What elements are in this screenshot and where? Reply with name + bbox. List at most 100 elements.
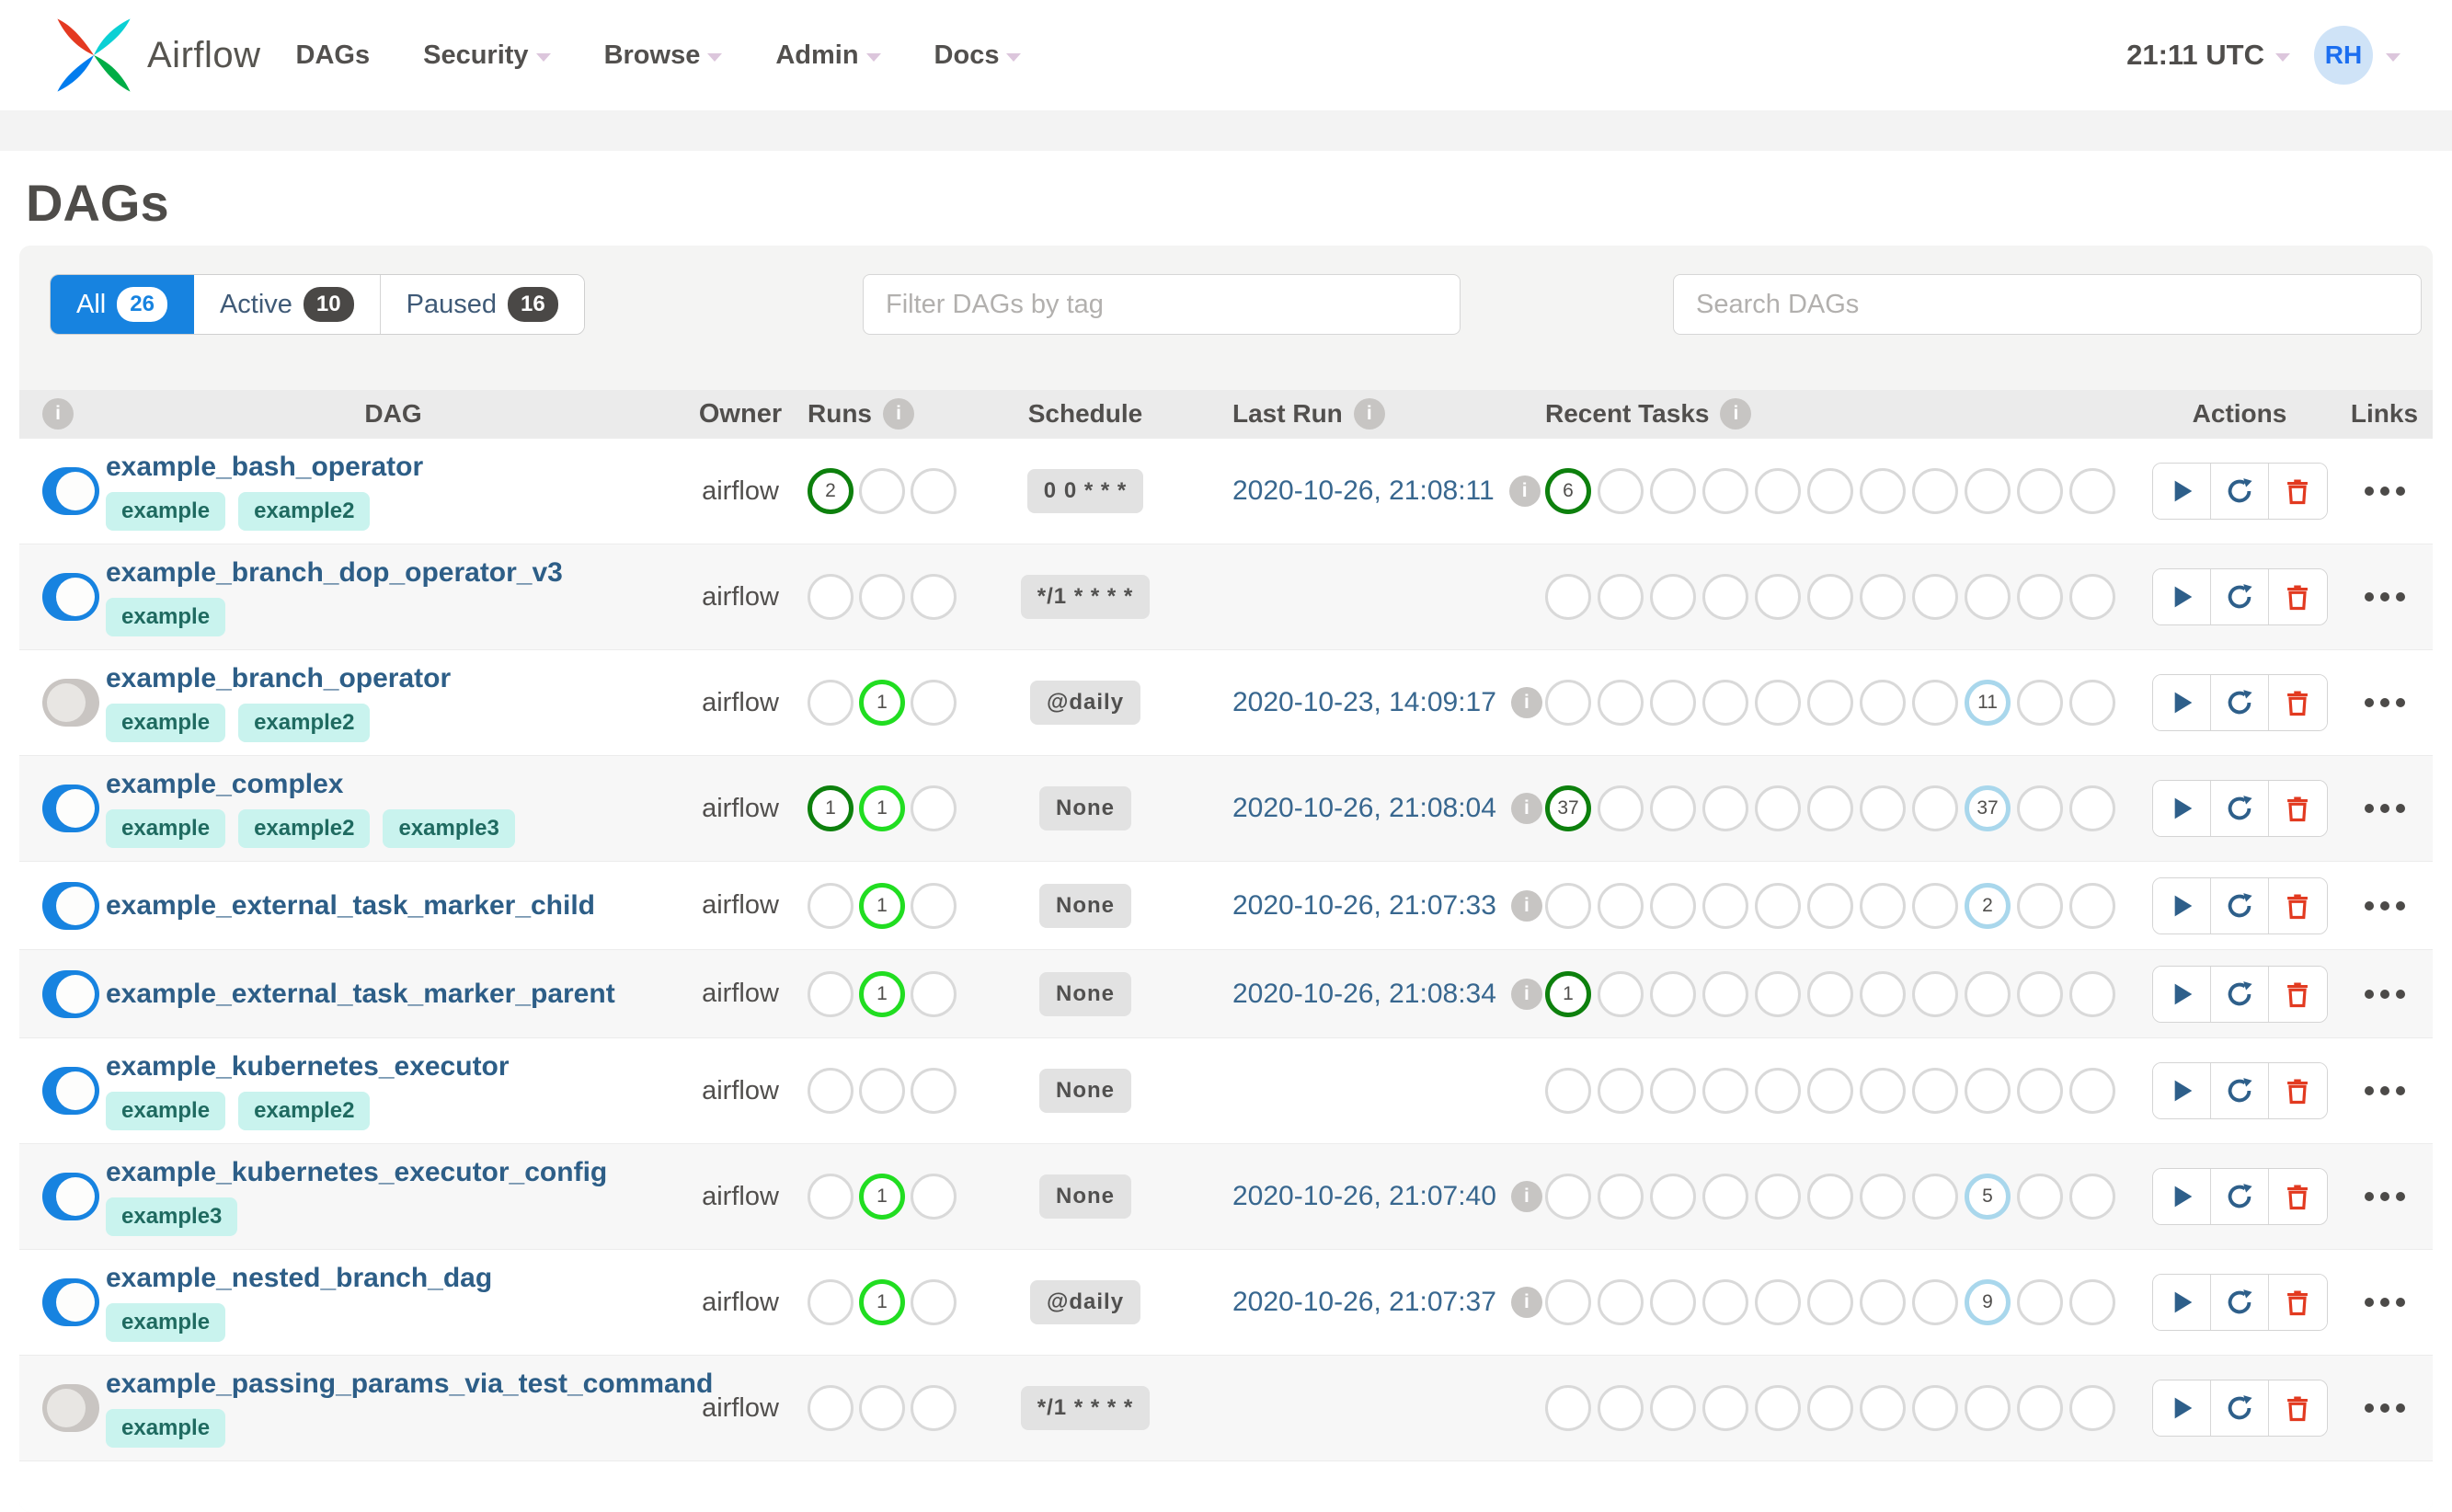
recent-task-circle-empty[interactable] — [1702, 680, 1748, 726]
recent-task-circle-empty[interactable] — [1598, 1385, 1644, 1431]
run-status-circle-empty[interactable] — [808, 1385, 854, 1431]
trigger-dag-button[interactable] — [2152, 781, 2211, 836]
recent-task-circle-empty[interactable] — [1755, 882, 1801, 929]
last-run-link[interactable]: 2020-10-26, 21:07:37 — [1232, 1287, 1496, 1318]
dag-tag[interactable]: example3 — [106, 1197, 238, 1236]
recent-task-circle-empty[interactable] — [1598, 1279, 1644, 1325]
recent-task-circle-empty[interactable] — [1807, 882, 1853, 929]
recent-task-circle-empty[interactable] — [2069, 1385, 2115, 1431]
dag-pause-toggle[interactable] — [42, 881, 99, 930]
recent-task-circle-empty[interactable] — [1650, 882, 1696, 929]
run-status-circle-empty[interactable] — [808, 680, 854, 726]
dag-link[interactable]: example_bash_operator — [106, 452, 423, 483]
recent-task-circle-empty[interactable] — [1598, 574, 1644, 620]
recent-task-circle-empty[interactable] — [2017, 1068, 2063, 1114]
recent-task-circle-empty[interactable] — [2069, 785, 2115, 831]
last-run-link[interactable]: 2020-10-26, 21:08:11 — [1232, 475, 1495, 507]
recent-task-circle-empty[interactable] — [2017, 1385, 2063, 1431]
recent-task-circle-empty[interactable] — [1912, 785, 1958, 831]
dag-pause-toggle[interactable] — [42, 969, 99, 1018]
nav-item-admin[interactable]: Admin — [775, 40, 881, 71]
links-more-button[interactable] — [2355, 689, 2414, 716]
recent-task-circle-empty[interactable] — [2069, 1174, 2115, 1220]
recent-task-circle-empty[interactable] — [1965, 1068, 2011, 1114]
recent-task-circle-none[interactable]: 2 — [1965, 882, 2011, 929]
recent-task-circle-empty[interactable] — [1807, 574, 1853, 620]
run-status-circle-empty[interactable] — [808, 1279, 854, 1325]
trigger-dag-button[interactable] — [2152, 675, 2211, 730]
run-status-circle-running[interactable]: 1 — [859, 1279, 905, 1325]
recent-task-circle-empty[interactable] — [1965, 1385, 2011, 1431]
recent-task-circle-empty[interactable] — [1650, 574, 1696, 620]
recent-task-circle-empty[interactable] — [1860, 680, 1906, 726]
recent-task-circle-empty[interactable] — [1912, 468, 1958, 514]
links-more-button[interactable] — [2355, 477, 2414, 505]
run-status-circle-success[interactable]: 1 — [808, 785, 854, 831]
recent-task-circle-empty[interactable] — [1912, 1174, 1958, 1220]
recent-task-circle-empty[interactable] — [1860, 574, 1906, 620]
trigger-dag-button[interactable] — [2152, 1169, 2211, 1224]
recent-task-circle-empty[interactable] — [1755, 1068, 1801, 1114]
dag-pause-toggle[interactable] — [42, 1384, 99, 1432]
links-more-button[interactable] — [2355, 1289, 2414, 1316]
recent-task-circle-empty[interactable] — [1702, 468, 1748, 514]
refresh-dag-button[interactable] — [2210, 781, 2269, 836]
recent-task-circle-empty[interactable] — [1860, 1068, 1906, 1114]
recent-task-circle-empty[interactable] — [1650, 1385, 1696, 1431]
recent-task-circle-empty[interactable] — [1598, 785, 1644, 831]
run-status-circle-empty[interactable] — [808, 970, 854, 1017]
dag-tag[interactable]: example2 — [238, 492, 371, 531]
delete-dag-button[interactable] — [2268, 675, 2327, 730]
run-status-circle-running[interactable]: 1 — [859, 680, 905, 726]
run-status-circle-empty[interactable] — [911, 882, 957, 929]
recent-task-circle-empty[interactable] — [1965, 574, 2011, 620]
delete-dag-button[interactable] — [2268, 1063, 2327, 1118]
run-status-circle-empty[interactable] — [808, 882, 854, 929]
run-status-circle-empty[interactable] — [911, 1385, 957, 1431]
recent-task-circle-empty[interactable] — [1807, 970, 1853, 1017]
trigger-dag-button[interactable] — [2152, 569, 2211, 624]
tab-active[interactable]: Active 10 — [193, 275, 381, 334]
nav-item-docs[interactable]: Docs — [934, 40, 1022, 71]
run-status-circle-running[interactable]: 1 — [859, 970, 905, 1017]
recent-task-circle-empty[interactable] — [1650, 468, 1696, 514]
dag-pause-toggle[interactable] — [42, 785, 99, 832]
recent-task-circle-empty[interactable] — [1912, 1068, 1958, 1114]
run-status-circle-empty[interactable] — [911, 1279, 957, 1325]
refresh-dag-button[interactable] — [2210, 1063, 2269, 1118]
last-run-link[interactable]: 2020-10-26, 21:08:34 — [1232, 979, 1496, 1010]
recent-task-circle-empty[interactable] — [1545, 1279, 1591, 1325]
delete-dag-button[interactable] — [2268, 877, 2327, 934]
recent-task-circle-success[interactable]: 37 — [1545, 785, 1591, 831]
delete-dag-button[interactable] — [2268, 464, 2327, 519]
clock-dropdown[interactable]: 21:11 UTC — [2126, 39, 2290, 72]
recent-task-circle-empty[interactable] — [2017, 970, 2063, 1017]
links-more-button[interactable] — [2355, 1394, 2414, 1422]
dag-pause-toggle[interactable] — [42, 1173, 99, 1220]
refresh-dag-button[interactable] — [2210, 877, 2269, 934]
dag-link[interactable]: example_external_task_marker_parent — [106, 979, 615, 1010]
dag-link[interactable]: example_kubernetes_executor_config — [106, 1157, 607, 1188]
recent-task-circle-empty[interactable] — [2069, 1068, 2115, 1114]
dag-link[interactable]: example_branch_dop_operator_v3 — [106, 557, 563, 589]
dag-link[interactable]: example_complex — [106, 769, 343, 800]
recent-task-circle-empty[interactable] — [1598, 882, 1644, 929]
recent-task-circle-empty[interactable] — [1807, 1174, 1853, 1220]
nav-item-browse[interactable]: Browse — [604, 40, 723, 71]
delete-dag-button[interactable] — [2268, 569, 2327, 624]
run-status-circle-empty[interactable] — [808, 1174, 854, 1220]
recent-task-circle-empty[interactable] — [1598, 468, 1644, 514]
recent-task-circle-empty[interactable] — [1807, 785, 1853, 831]
refresh-dag-button[interactable] — [2210, 966, 2269, 1022]
recent-task-circle-empty[interactable] — [1598, 970, 1644, 1017]
recent-task-circle-empty[interactable] — [1702, 785, 1748, 831]
recent-task-circle-success[interactable]: 6 — [1545, 468, 1591, 514]
dag-pause-toggle[interactable] — [42, 573, 99, 621]
recent-task-circle-empty[interactable] — [1860, 882, 1906, 929]
recent-task-circle-empty[interactable] — [1965, 970, 2011, 1017]
recent-task-circle-empty[interactable] — [1860, 785, 1906, 831]
recent-task-circle-empty[interactable] — [1545, 1068, 1591, 1114]
recent-task-circle-none[interactable]: 37 — [1965, 785, 2011, 831]
trigger-dag-button[interactable] — [2152, 966, 2211, 1022]
recent-task-circle-empty[interactable] — [2069, 574, 2115, 620]
